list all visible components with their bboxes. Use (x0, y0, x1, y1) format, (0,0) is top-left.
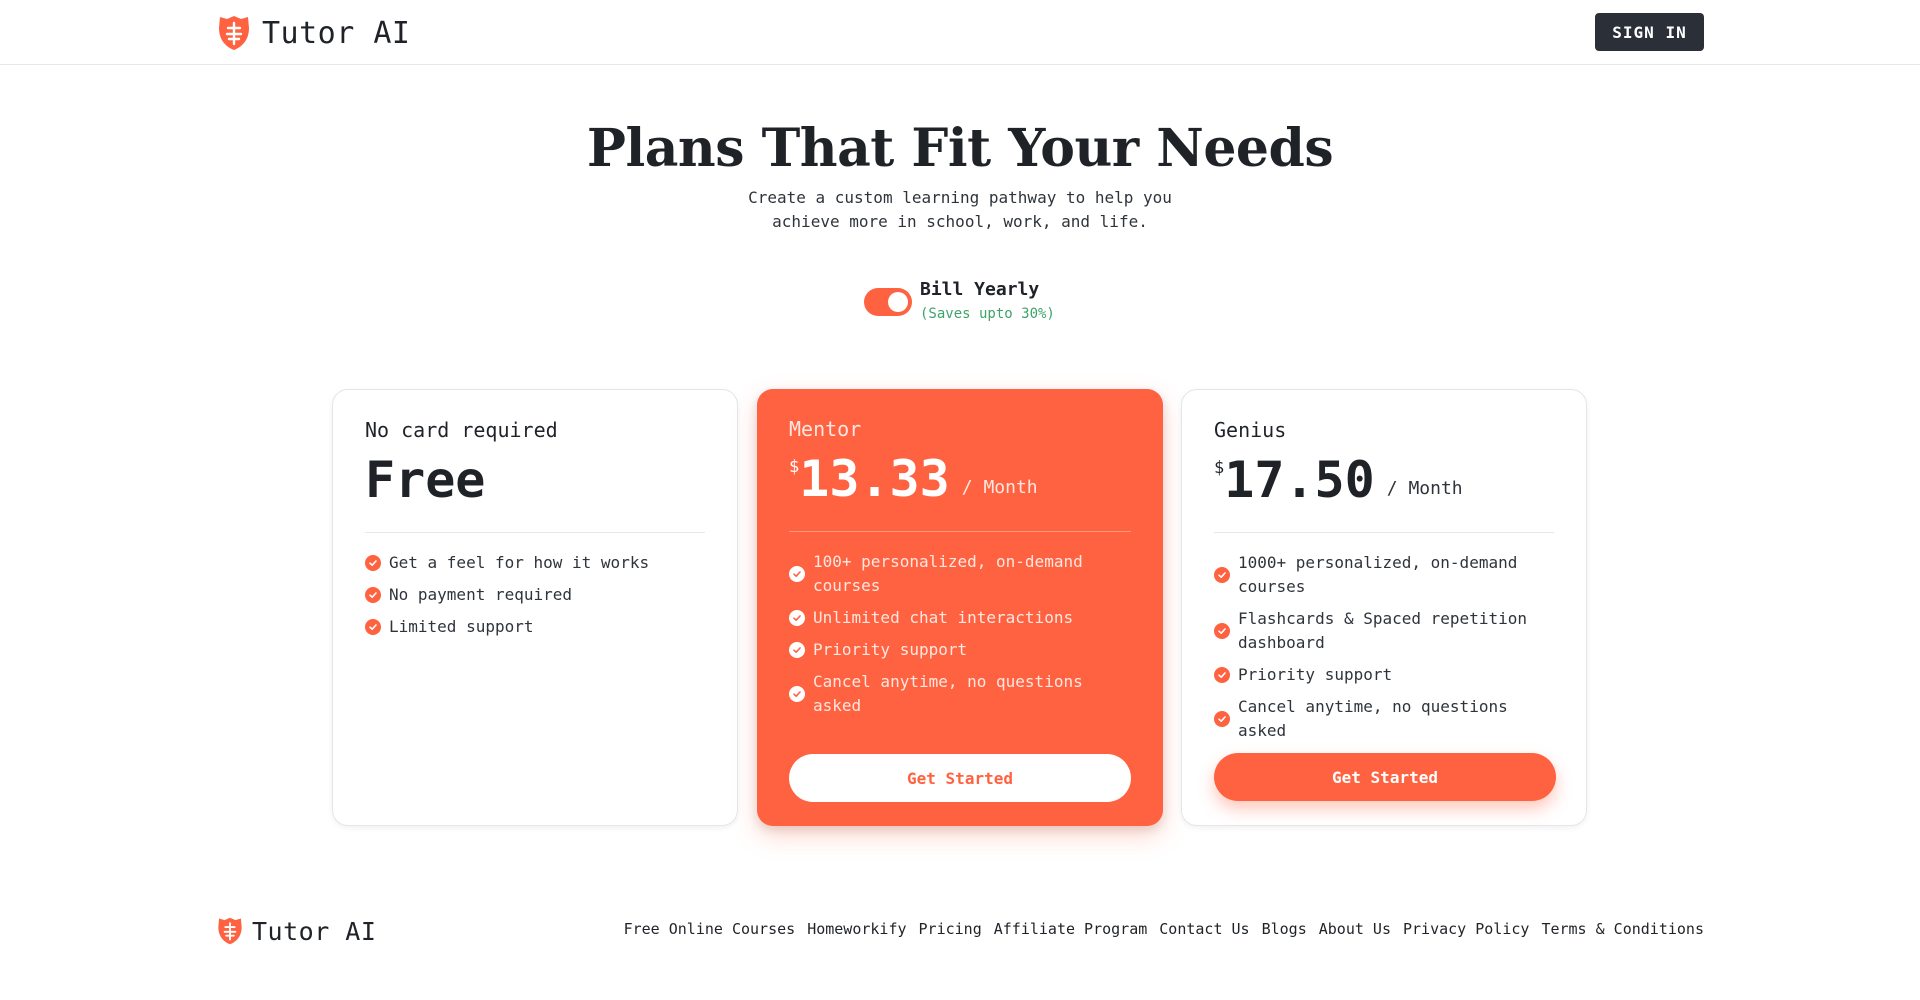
plan-amount: Free (365, 451, 486, 509)
footer-link-free-online-courses[interactable]: Free Online Courses (624, 920, 796, 938)
feature-item: Cancel anytime, no questions asked (789, 670, 1131, 718)
feature-item: No payment required (365, 583, 705, 607)
footer-link-pricing[interactable]: Pricing (919, 920, 982, 938)
billing-toggle-group: Bill Yearly (Saves upto 30%) (864, 278, 1055, 326)
feature-list: 100+ personalized, on-demand courses Unl… (789, 550, 1131, 718)
sign-in-button[interactable]: SIGN IN (1595, 13, 1704, 51)
shield-logo-icon (218, 917, 242, 945)
footer-nav: Free Online Courses Homeworkify Pricing … (624, 920, 1704, 938)
plan-period: / Month (1386, 478, 1463, 499)
plan-card-genius: Genius $ 17.50 / Month 1000+ personalize… (1181, 389, 1587, 826)
plan-price: Free (365, 454, 705, 512)
plan-amount: 17.50 (1224, 451, 1375, 509)
footer-link-contact-us[interactable]: Contact Us (1159, 920, 1249, 938)
savings-note: (Saves upto 30%) (920, 306, 1055, 322)
feature-text: Priority support (813, 640, 968, 659)
feature-item: Priority support (1214, 663, 1554, 687)
top-navbar: Tutor AI SIGN IN (0, 0, 1920, 65)
feature-item: 100+ personalized, on-demand courses (789, 550, 1131, 598)
feature-item: Flashcards & Spaced repetition dashboard (1214, 607, 1554, 655)
check-circle-icon (789, 610, 805, 626)
plan-card-mentor: Mentor $ 13.33 / Month 100+ personalized… (757, 389, 1163, 826)
feature-text: Flashcards & Spaced repetition dashboard (1238, 609, 1527, 652)
subtitle-line-1: Create a custom learning pathway to help… (748, 188, 1172, 207)
divider (365, 532, 705, 533)
feature-item: 1000+ personalized, on-demand courses (1214, 551, 1554, 599)
plan-currency: $ (789, 457, 800, 477)
feature-text: Unlimited chat interactions (813, 608, 1074, 627)
page-title: Plans That Fit Your Needs (586, 118, 1334, 179)
feature-text: Cancel anytime, no questions asked (1238, 697, 1508, 740)
brand[interactable]: Tutor AI (216, 13, 411, 53)
check-circle-icon (789, 642, 805, 658)
page-subtitle: Create a custom learning pathway to help… (710, 186, 1210, 234)
check-circle-icon (1214, 567, 1230, 583)
check-circle-icon (789, 566, 805, 582)
plan-amount: 13.33 (799, 450, 950, 508)
check-circle-icon (365, 555, 381, 571)
feature-item: Unlimited chat interactions (789, 606, 1131, 630)
bill-yearly-toggle[interactable] (864, 288, 912, 316)
feature-item: Cancel anytime, no questions asked (1214, 695, 1554, 743)
check-circle-icon (365, 587, 381, 603)
footer-link-terms-conditions[interactable]: Terms & Conditions (1541, 920, 1704, 938)
brand-name: Tutor AI (262, 15, 411, 51)
footer-link-affiliate-program[interactable]: Affiliate Program (994, 920, 1148, 938)
feature-text: Priority support (1238, 665, 1393, 684)
divider (1214, 532, 1554, 533)
feature-list: 1000+ personalized, on-demand courses Fl… (1214, 551, 1554, 743)
feature-item: Limited support (365, 615, 705, 639)
footer-brand-name: Tutor AI (252, 916, 377, 946)
get-started-button-genius[interactable]: Get Started (1214, 753, 1556, 801)
plan-price: $ 13.33 / Month (789, 453, 1131, 511)
check-circle-icon (789, 686, 805, 702)
plan-price: $ 17.50 / Month (1214, 454, 1554, 512)
feature-text: 100+ personalized, on-demand courses (813, 552, 1083, 595)
plan-tag: Mentor (789, 417, 862, 441)
feature-text: Get a feel for how it works (389, 553, 650, 572)
feature-text: Limited support (389, 617, 534, 636)
feature-text: No payment required (389, 585, 573, 604)
check-circle-icon (1214, 667, 1230, 683)
footer-link-homeworkify[interactable]: Homeworkify (807, 920, 906, 938)
toggle-knob (888, 292, 908, 312)
plan-period: / Month (961, 477, 1038, 498)
billing-text: Bill Yearly (Saves upto 30%) (920, 278, 1055, 324)
plan-tag: No card required (365, 418, 558, 442)
footer-link-privacy-policy[interactable]: Privacy Policy (1403, 920, 1529, 938)
get-started-button-mentor[interactable]: Get Started (789, 754, 1131, 802)
check-circle-icon (1214, 623, 1230, 639)
feature-item: Get a feel for how it works (365, 551, 705, 575)
footer-link-blogs[interactable]: Blogs (1262, 920, 1307, 938)
plan-card-free: No card required Free Get a feel for how… (332, 389, 738, 826)
footer-link-about-us[interactable]: About Us (1319, 920, 1391, 938)
feature-text: 1000+ personalized, on-demand courses (1238, 553, 1518, 596)
feature-list: Get a feel for how it works No payment r… (365, 551, 705, 639)
divider (789, 531, 1131, 532)
plan-currency: $ (1214, 458, 1225, 478)
bill-yearly-label: Bill Yearly (920, 279, 1040, 300)
plan-tag: Genius (1214, 418, 1287, 442)
shield-logo-icon (219, 16, 249, 50)
check-circle-icon (365, 619, 381, 635)
check-circle-icon (1214, 711, 1230, 727)
feature-text: Cancel anytime, no questions asked (813, 672, 1083, 715)
subtitle-line-2: achieve more in school, work, and life. (772, 212, 1148, 231)
footer-brand[interactable]: Tutor AI (216, 916, 376, 946)
feature-item: Priority support (789, 638, 1131, 662)
